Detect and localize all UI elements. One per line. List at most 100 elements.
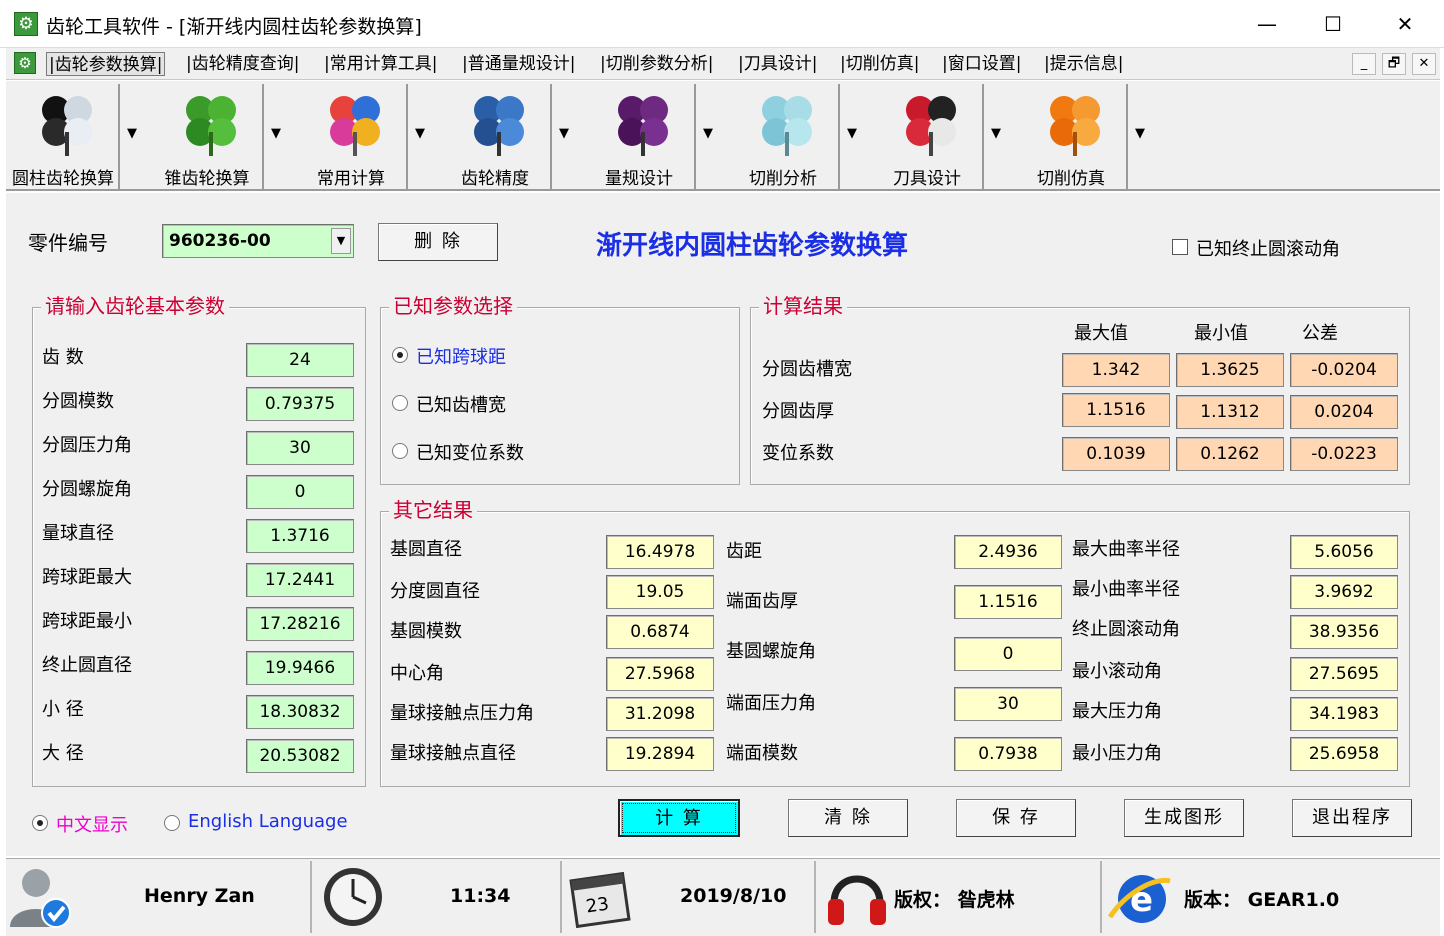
minor-dia-input[interactable]: 18.30832 xyxy=(246,695,354,729)
chevron-down-icon[interactable]: ▼ xyxy=(554,126,574,141)
tool-label: 量规设计 xyxy=(605,169,673,189)
clover-cyan-icon xyxy=(762,96,812,156)
chevron-down-icon[interactable]: ▼ xyxy=(1130,126,1150,141)
delete-button[interactable]: 删 除 xyxy=(378,223,498,261)
status-time: 11:34 xyxy=(316,861,562,933)
exit-button[interactable]: 退出程序 xyxy=(1292,799,1412,837)
tool-gauge-design-button[interactable]: 量规设计 xyxy=(582,84,696,190)
part-no-combobox[interactable]: 960236-00 ▼ xyxy=(162,224,354,258)
menu-window-settings[interactable]: |窗口设置| xyxy=(942,52,1021,76)
other-label-contact-pressure-angle: 量球接触点压力角 xyxy=(390,703,534,724)
other-label-base-helix: 基圆螺旋角 xyxy=(726,641,816,662)
minimize-button[interactable]: — xyxy=(1232,0,1302,48)
menu-gear-precision[interactable]: |齿轮精度查询| xyxy=(186,52,299,76)
menu-gear-params[interactable]: |齿轮参数换算| xyxy=(46,52,166,76)
helix-angle-input[interactable]: 0 xyxy=(246,475,354,509)
pressure-angle-input[interactable]: 30 xyxy=(246,431,354,465)
tool-label: 常用计算 xyxy=(317,169,385,189)
app-gear-icon: ⚙ xyxy=(14,12,38,36)
profile-shift-max: 0.1039 xyxy=(1062,437,1170,471)
other-results-title: 其它结果 xyxy=(389,496,477,524)
menu-tips[interactable]: |提示信息| xyxy=(1044,52,1123,76)
other-label-max-curvature: 最大曲率半径 xyxy=(1072,539,1180,560)
chevron-down-icon[interactable]: ▼ xyxy=(986,126,1006,141)
min-roll-angle-value: 27.5695 xyxy=(1290,657,1398,691)
menu-gear-icon[interactable]: ⚙ xyxy=(14,52,36,74)
known-space-width-radio[interactable] xyxy=(392,395,408,411)
profile-shift-min: 0.1262 xyxy=(1176,437,1284,471)
module-input[interactable]: 0.79375 xyxy=(246,387,354,421)
ball-dia-input[interactable]: 1.3716 xyxy=(246,519,354,553)
tool-cylindrical-gear: 圆柱齿轮换算 ▼ xyxy=(6,84,146,190)
menu-gauge-design[interactable]: |普通量规设计| xyxy=(462,52,575,76)
tool-cutting-sim-button[interactable]: 切削仿真 xyxy=(1014,84,1128,190)
save-button[interactable]: 保 存 xyxy=(956,799,1076,837)
chevron-down-icon[interactable]: ▼ xyxy=(410,126,430,141)
tool-common-calc: 常用计算 ▼ xyxy=(294,84,434,190)
tool-common-calc-button[interactable]: 常用计算 xyxy=(294,84,408,190)
tool-gear-precision-button[interactable]: 齿轮精度 xyxy=(438,84,552,190)
calendar-day: 23 xyxy=(584,893,611,918)
input-label-end-dia: 终止圆直径 xyxy=(42,655,132,676)
lang-chinese-radio[interactable] xyxy=(32,815,48,831)
lang-english-radio[interactable] xyxy=(164,815,180,831)
menu-cutting-sim[interactable]: |切削仿真| xyxy=(840,52,919,76)
menu-cutting-params[interactable]: |切削参数分析| xyxy=(600,52,713,76)
mdi-restore-button[interactable]: 🗗 xyxy=(1382,53,1406,75)
mob-min-input[interactable]: 17.28216 xyxy=(246,607,354,641)
clover-blue-icon xyxy=(474,96,524,156)
chevron-down-icon[interactable]: ▼ xyxy=(331,228,351,254)
maximize-button[interactable]: ☐ xyxy=(1298,0,1368,48)
clear-button[interactable]: 清 除 xyxy=(788,799,908,837)
known-end-roll-checkbox[interactable] xyxy=(1172,239,1188,255)
tool-bevel-gear-button[interactable]: 锥齿轮换算 xyxy=(150,84,264,190)
chevron-down-icon[interactable]: ▼ xyxy=(698,126,718,141)
center-angle-value: 27.5968 xyxy=(606,657,714,691)
known-mob-label: 已知跨球距 xyxy=(416,347,506,368)
other-label-pitch-dia: 分度圆直径 xyxy=(390,581,480,602)
input-label-module: 分圆模数 xyxy=(42,391,114,412)
clover-black-icon xyxy=(42,96,92,156)
tool-cutting-analysis: 切削分析 ▼ xyxy=(726,84,866,190)
input-label-mob-max: 跨球距最大 xyxy=(42,567,132,588)
tool-bevel-gear: 锥齿轮换算 ▼ xyxy=(150,84,290,190)
part-no-label: 零件编号 xyxy=(28,231,108,255)
tool-cylindrical-gear-button[interactable]: 圆柱齿轮换算 xyxy=(6,84,120,190)
page-title: 渐开线内圆柱齿轮参数换算 xyxy=(596,231,909,261)
status-copyright-text: 版权： 昝虎林 xyxy=(894,889,1015,911)
chevron-down-icon[interactable]: ▼ xyxy=(122,126,142,141)
status-time-value: 11:34 xyxy=(450,885,511,907)
known-end-roll-label: 已知终止圆滚动角 xyxy=(1196,239,1340,260)
known-profile-shift-radio[interactable] xyxy=(392,443,408,459)
results-col-tol: 公差 xyxy=(1302,323,1338,344)
chevron-down-icon[interactable]: ▼ xyxy=(842,126,862,141)
max-pressure-value: 34.1983 xyxy=(1290,697,1398,731)
generate-graph-button[interactable]: 生成图形 xyxy=(1124,799,1244,837)
teeth-input[interactable]: 24 xyxy=(246,343,354,377)
end-dia-input[interactable]: 19.9466 xyxy=(246,651,354,685)
other-label-transverse-module: 端面模数 xyxy=(726,743,798,764)
tool-cutting-analysis-button[interactable]: 切削分析 xyxy=(726,84,840,190)
other-label-base-dia: 基圆直径 xyxy=(390,539,462,560)
chevron-down-icon[interactable]: ▼ xyxy=(266,126,286,141)
menu-calc-tools[interactable]: |常用计算工具| xyxy=(324,52,437,76)
transverse-pressure-value: 30 xyxy=(954,687,1062,721)
major-dia-input[interactable]: 20.53082 xyxy=(246,739,354,773)
menu-tool-design[interactable]: |刀具设计| xyxy=(738,52,817,76)
known-space-width-label: 已知齿槽宽 xyxy=(416,395,506,416)
close-button[interactable]: ✕ xyxy=(1370,0,1440,48)
other-results-group: 其它结果 xyxy=(380,496,1410,787)
known-mob-radio[interactable] xyxy=(392,347,408,363)
transverse-module-value: 0.7938 xyxy=(954,737,1062,771)
mob-max-input[interactable]: 17.2441 xyxy=(246,563,354,597)
pitch-value: 2.4936 xyxy=(954,535,1062,569)
tool-cutter-design-button[interactable]: 刀具设计 xyxy=(870,84,984,190)
other-label-base-module: 基圆模数 xyxy=(390,621,462,642)
tool-label: 切削仿真 xyxy=(1037,169,1105,189)
mdi-minimize-button[interactable]: _ xyxy=(1352,53,1376,75)
calculate-button[interactable]: 计 算 xyxy=(618,799,740,837)
input-params-title: 请输入齿轮基本参数 xyxy=(41,292,229,320)
mdi-close-button[interactable]: ✕ xyxy=(1412,53,1436,75)
input-label-helix-angle: 分圆螺旋角 xyxy=(42,479,132,500)
result-label-space-width: 分圆齿槽宽 xyxy=(762,359,852,380)
